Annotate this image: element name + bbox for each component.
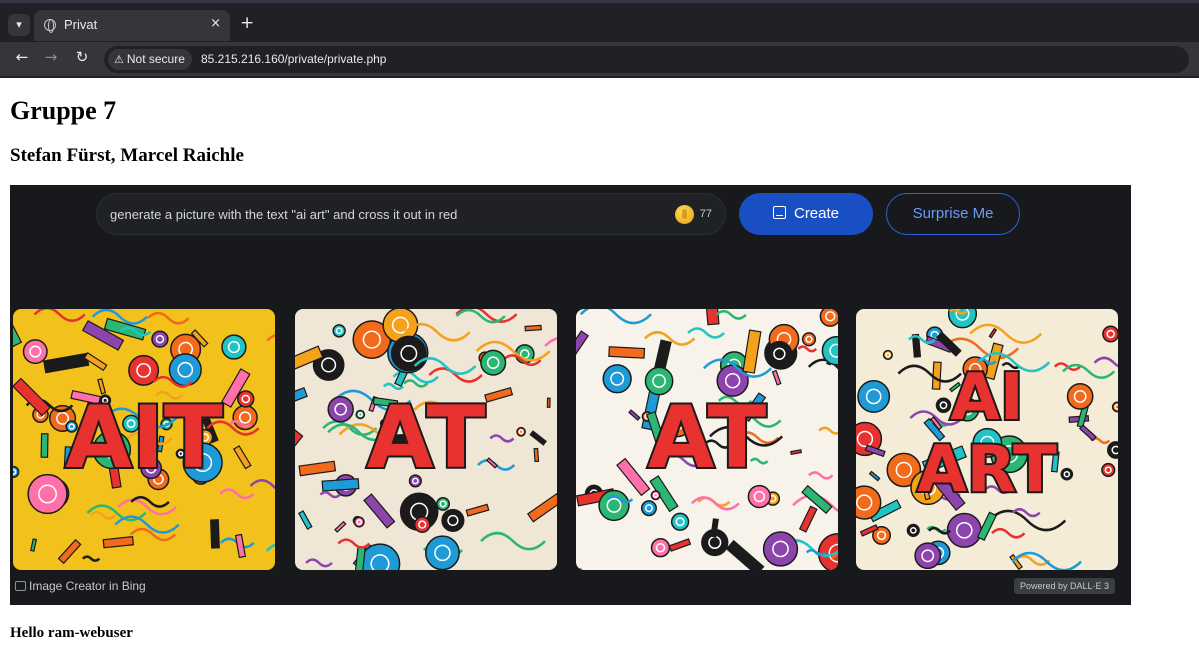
art-lettering: ART bbox=[917, 433, 1057, 507]
reload-icon[interactable]: ↻ bbox=[72, 48, 92, 66]
footer-label: Image Creator in Bing bbox=[29, 579, 146, 593]
globe-icon bbox=[44, 19, 56, 33]
security-indicator[interactable]: ⚠ Not secure bbox=[108, 49, 192, 70]
new-tab-button[interactable]: + bbox=[240, 13, 254, 33]
prompt-input[interactable]: generate a picture with the text "ai art… bbox=[96, 193, 726, 235]
powered-by-badge: Powered by DALL·E 3 bbox=[1014, 578, 1116, 594]
back-icon[interactable]: ← bbox=[12, 48, 32, 66]
close-icon[interactable]: × bbox=[210, 16, 221, 31]
greeting-text: Hello ram-webuser bbox=[10, 625, 133, 641]
warning-icon: ⚠ bbox=[114, 54, 124, 66]
boost-coin-icon bbox=[675, 205, 694, 224]
image-create-icon bbox=[772, 206, 786, 219]
boost-count: 77 bbox=[699, 208, 712, 220]
image-creator-footer[interactable]: Image Creator in Bing bbox=[15, 579, 146, 593]
prompt-text[interactable]: generate a picture with the text "ai art… bbox=[110, 207, 457, 222]
generated-image-4[interactable]: AI ART bbox=[856, 309, 1118, 570]
browser-chrome: ▾ Privat × + ← → ↻ ⚠ Not secure 85.215.21… bbox=[0, 0, 1199, 78]
create-button[interactable]: Create bbox=[739, 193, 873, 235]
page-title: Gruppe 7 bbox=[10, 96, 117, 125]
generated-image-1[interactable]: AIT bbox=[13, 309, 275, 570]
security-label: Not secure bbox=[126, 52, 185, 66]
image-icon bbox=[15, 581, 26, 591]
tab-privat[interactable]: Privat × bbox=[34, 10, 230, 41]
bing-image-creator-panel: generate a picture with the text "ai art… bbox=[10, 185, 1131, 605]
art-lettering: AT bbox=[648, 388, 767, 488]
generated-image-3[interactable]: AT bbox=[576, 309, 838, 570]
browser-toolbar: ← → ↻ ⚠ Not secure 85.215.216.160/private… bbox=[0, 42, 1199, 76]
forward-icon[interactable]: → bbox=[41, 48, 61, 66]
surprise-me-button[interactable]: Surprise Me bbox=[886, 193, 1020, 235]
art-lettering: AIT bbox=[65, 388, 223, 488]
tab-search-button[interactable]: ▾ bbox=[8, 14, 30, 36]
authors-heading: Stefan Fürst, Marcel Raichle bbox=[10, 145, 244, 166]
address-bar[interactable]: ⚠ Not secure 85.215.216.160/private/priva… bbox=[104, 46, 1189, 73]
generated-image-2[interactable]: AT bbox=[295, 309, 557, 570]
art-lettering: AT bbox=[367, 388, 486, 488]
create-label: Create bbox=[793, 205, 840, 222]
tab-strip: ▾ Privat × + bbox=[0, 0, 1199, 42]
url-text[interactable]: 85.215.216.160/private/private.php bbox=[201, 52, 386, 66]
art-lettering: AI bbox=[950, 361, 1023, 435]
tab-title: Privat bbox=[64, 17, 98, 32]
